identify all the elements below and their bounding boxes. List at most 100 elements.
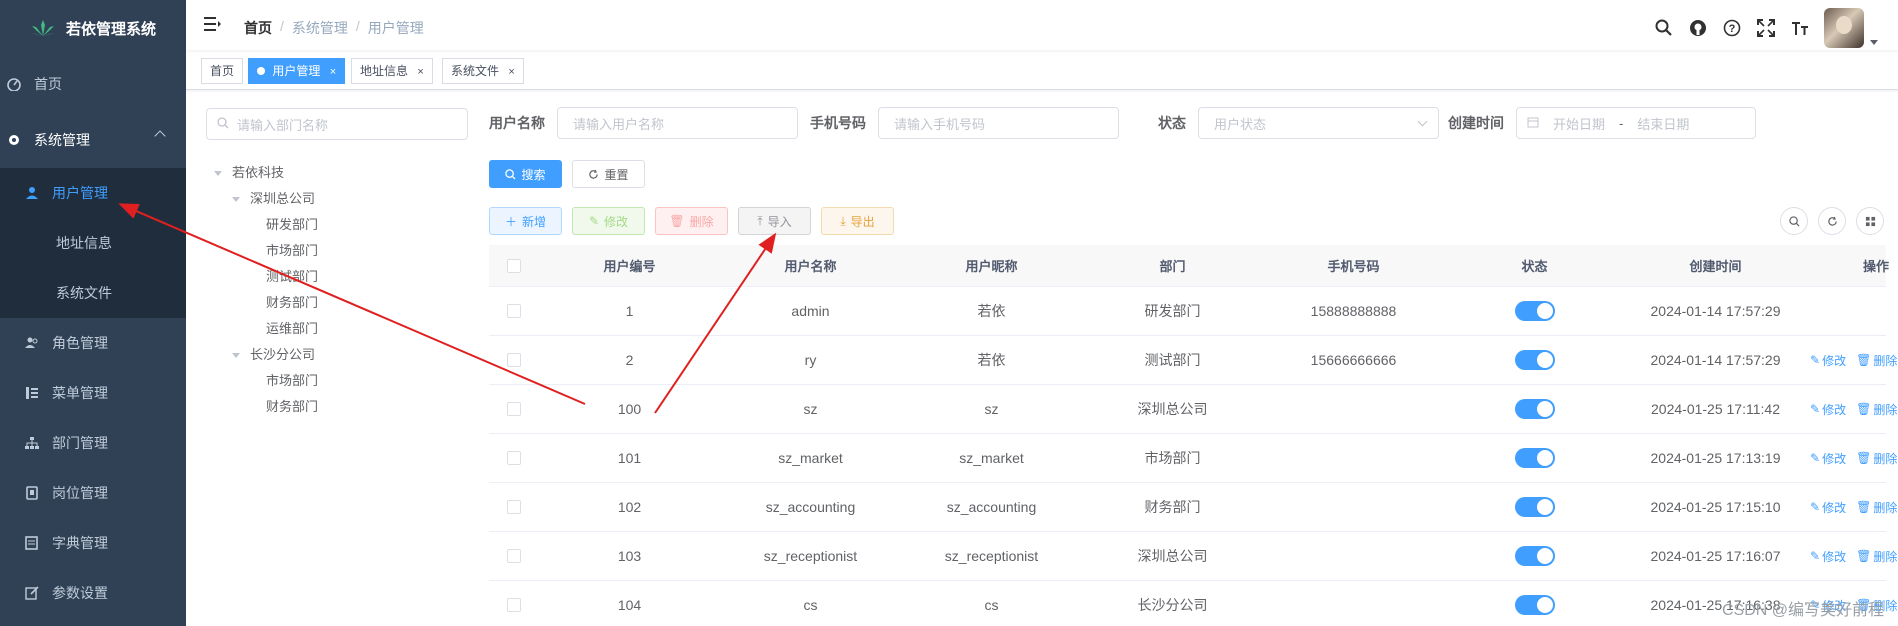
cell-created-time: 2024-01-25 17:11:42 bbox=[1651, 401, 1780, 417]
tree-node[interactable]: 运维部门 bbox=[210, 316, 318, 342]
export-button[interactable]: ⤓ 导出 bbox=[821, 207, 894, 235]
sidebar-item-posts[interactable]: 岗位管理 bbox=[0, 468, 186, 518]
sidebar-item-dict[interactable]: 字典管理 bbox=[0, 518, 186, 568]
row-checkbox[interactable] bbox=[507, 598, 521, 612]
table-row[interactable]: 104 cs cs 长沙分公司 2024-01-25 17:16:38 ✎ 修改 … bbox=[489, 581, 1897, 626]
close-icon[interactable]: × bbox=[508, 66, 514, 78]
caret-down-icon[interactable] bbox=[232, 352, 240, 358]
row-delete-link[interactable]: 🗑︎ 删除 bbox=[1856, 499, 1897, 516]
row-edit-link[interactable]: ✎ 修改 bbox=[1810, 548, 1846, 565]
tree-node[interactable]: 测试部门 bbox=[210, 264, 318, 290]
tree-node[interactable]: 市场部门 bbox=[210, 238, 318, 264]
row-edit-link[interactable]: ✎ 修改 bbox=[1810, 352, 1846, 369]
status-switch[interactable] bbox=[1514, 497, 1555, 517]
row-delete-label: 删除 bbox=[1873, 549, 1898, 564]
avatar[interactable] bbox=[1824, 8, 1864, 48]
status-switch[interactable] bbox=[1514, 399, 1555, 419]
table-row[interactable]: 100 sz sz 深圳总公司 2024-01-25 17:11:42 ✎ 修改 … bbox=[489, 385, 1897, 434]
phone-input[interactable]: 请输入手机号码 bbox=[878, 107, 1119, 139]
sidebar-item-config[interactable]: 参数设置 bbox=[0, 568, 186, 618]
breadcrumb-home[interactable]: 首页 bbox=[244, 18, 272, 38]
fullscreen-icon[interactable] bbox=[1756, 18, 1776, 38]
sidebar-item-files[interactable]: 系统文件 bbox=[0, 268, 186, 318]
tree-node[interactable]: 长沙分公司 bbox=[210, 342, 318, 368]
row-checkbox[interactable] bbox=[507, 353, 521, 367]
sidebar-item-users[interactable]: 用户管理 bbox=[0, 168, 186, 218]
date-range-picker[interactable]: 开始日期 - 结束日期 bbox=[1516, 107, 1756, 139]
navbar-actions: ? bbox=[1654, 8, 1878, 48]
search-icon[interactable] bbox=[1654, 18, 1674, 38]
reset-button[interactable]: 重置 bbox=[572, 160, 645, 188]
row-checkbox[interactable] bbox=[507, 549, 521, 563]
tag-home[interactable]: 首页 bbox=[201, 58, 244, 84]
row-edit-link[interactable]: ✎ 修改 bbox=[1810, 450, 1846, 467]
status-switch[interactable] bbox=[1514, 546, 1555, 566]
table-row[interactable]: 2 ry 若依 测试部门 15666666666 2024-01-14 17:5… bbox=[489, 336, 1897, 385]
sidebar: 若依管理系统 首页 系统管理 用户管理 地址信息 系统文件 角色管理 菜单管理 … bbox=[0, 0, 186, 626]
dept-search-input[interactable]: 请输入部门名称 bbox=[206, 108, 468, 140]
select-all-checkbox[interactable] bbox=[507, 258, 521, 273]
sidebar-item-depts[interactable]: 部门管理 bbox=[0, 418, 186, 468]
caret-down-icon[interactable] bbox=[1870, 39, 1878, 45]
caret-down-icon[interactable] bbox=[214, 170, 222, 176]
row-checkbox[interactable] bbox=[507, 500, 521, 514]
delete-button[interactable]: 🗑︎ 删除 bbox=[655, 207, 728, 235]
tag-users[interactable]: 用户管理 × bbox=[248, 58, 346, 84]
row-edit-link[interactable]: ✎ 修改 bbox=[1810, 499, 1846, 516]
row-delete-link[interactable]: 🗑︎ 删除 bbox=[1856, 450, 1897, 467]
table-row[interactable]: 1 admin 若依 研发部门 15888888888 2024-01-14 1… bbox=[489, 287, 1886, 336]
row-delete-link[interactable]: 🗑︎ 删除 bbox=[1856, 401, 1897, 418]
hamburger-icon[interactable] bbox=[204, 17, 221, 31]
tree-node[interactable]: 财务部门 bbox=[210, 394, 318, 420]
close-icon[interactable]: × bbox=[417, 66, 423, 78]
row-checkbox[interactable] bbox=[507, 402, 521, 416]
cell-dept: 财务部门 bbox=[1144, 499, 1201, 515]
status-switch[interactable] bbox=[1514, 301, 1555, 321]
caret-down-icon[interactable] bbox=[232, 196, 240, 202]
sidebar-item-address[interactable]: 地址信息 bbox=[0, 218, 186, 268]
question-icon[interactable]: ? bbox=[1722, 18, 1742, 38]
tree-node[interactable]: 若依科技 bbox=[210, 160, 318, 186]
start-date-placeholder[interactable]: 开始日期 bbox=[1553, 114, 1605, 133]
row-select-cell bbox=[489, 451, 539, 465]
font-size-icon[interactable] bbox=[1790, 18, 1810, 38]
tree-node[interactable]: 财务部门 bbox=[210, 290, 318, 316]
tree-node-label: 运维部门 bbox=[266, 321, 319, 336]
tag-files[interactable]: 系统文件 × bbox=[442, 58, 524, 84]
search-button[interactable]: 搜索 bbox=[489, 160, 562, 188]
status-placeholder: 用户状态 bbox=[1214, 116, 1267, 132]
sidebar-item-home[interactable]: 首页 bbox=[0, 56, 186, 112]
tree-node[interactable]: 深圳总公司 bbox=[210, 186, 318, 212]
add-button[interactable]: ＋ 新增 bbox=[489, 207, 562, 235]
row-edit-link[interactable]: ✎ 修改 bbox=[1810, 401, 1846, 418]
tree-node[interactable]: 市场部门 bbox=[210, 368, 318, 394]
row-checkbox[interactable] bbox=[507, 304, 521, 318]
status-select[interactable]: 用户状态 bbox=[1198, 107, 1439, 139]
status-switch[interactable] bbox=[1514, 448, 1555, 468]
sidebar-item-menus[interactable]: 菜单管理 bbox=[0, 368, 186, 418]
edit-button[interactable]: ✎ 修改 bbox=[572, 207, 645, 235]
sidebar-item-roles[interactable]: 角色管理 bbox=[0, 318, 186, 368]
row-delete-link[interactable]: 🗑︎ 删除 bbox=[1856, 352, 1897, 369]
tree-node[interactable]: 研发部门 bbox=[210, 212, 318, 238]
status-switch[interactable] bbox=[1514, 350, 1555, 370]
table-row[interactable]: 103 sz_receptionist sz_receptionist 深圳总公… bbox=[489, 532, 1897, 581]
end-date-placeholder[interactable]: 结束日期 bbox=[1637, 114, 1689, 133]
row-delete-link[interactable]: 🗑︎ 删除 bbox=[1856, 548, 1897, 565]
table-row[interactable]: 101 sz_market sz_market 市场部门 2024-01-25 … bbox=[489, 434, 1897, 483]
tag-address[interactable]: 地址信息 × bbox=[351, 58, 433, 84]
row-checkbox[interactable] bbox=[507, 451, 521, 465]
sidebar-item-system[interactable]: 系统管理 bbox=[0, 112, 186, 168]
toggle-search-button[interactable] bbox=[1780, 207, 1808, 235]
table-row[interactable]: 102 sz_accounting sz_accounting 财务部门 202… bbox=[489, 483, 1897, 532]
close-icon[interactable]: × bbox=[330, 66, 336, 78]
cell-dept: 市场部门 bbox=[1144, 450, 1201, 466]
app-logo[interactable]: 若依管理系统 bbox=[0, 0, 186, 56]
import-button[interactable]: ⤒ 导入 bbox=[738, 207, 811, 235]
status-switch[interactable] bbox=[1514, 595, 1555, 615]
column-header: 用户昵称 bbox=[965, 259, 1018, 274]
columns-button[interactable] bbox=[1856, 207, 1884, 235]
github-icon[interactable] bbox=[1688, 18, 1708, 38]
username-input[interactable]: 请输入用户名称 bbox=[557, 107, 798, 139]
refresh-button[interactable] bbox=[1818, 207, 1846, 235]
